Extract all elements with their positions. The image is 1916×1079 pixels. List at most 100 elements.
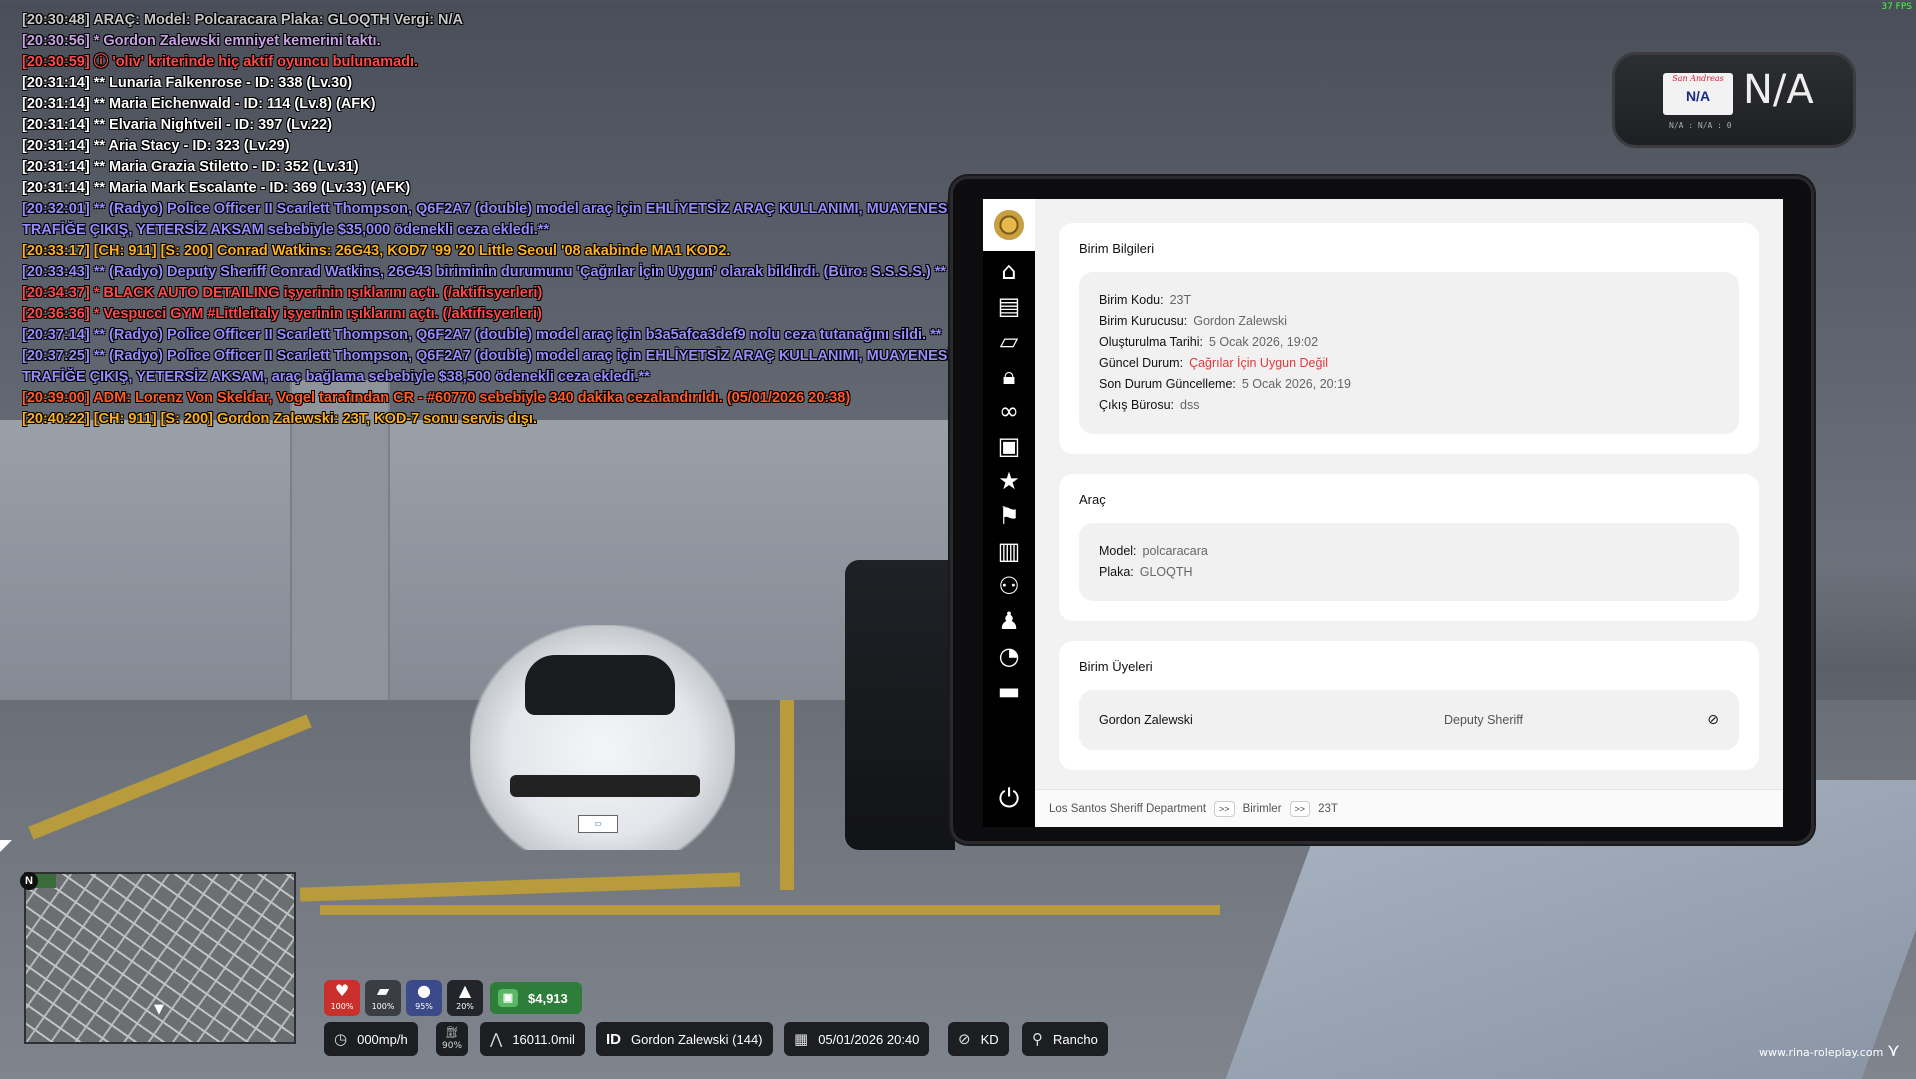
info-row: Güncel Durum: Çağrılar İçin Uygun Değil [1099,353,1719,374]
chat-line: TRAFİĞE ÇIKIŞ, YETERSİZ AKSAM sebebiyle … [22,222,550,238]
chat-line: [20:33:17] [CH: 911] [S: 200] Conrad Wat… [22,243,731,259]
breadcrumb-item[interactable]: Los Santos Sheriff Department [1049,803,1206,815]
chat-line: [20:34:37] * BLACK AUTO DETAILING işyeri… [22,285,543,301]
thirst-icon: ▲ [458,981,472,1000]
info-value: Çağrılar İçin Uygun Değil [1189,356,1329,370]
breadcrumb-item[interactable]: Birimler [1243,803,1282,815]
unit-info-title: Birim Bilgileri [1079,241,1155,256]
info-label: Oluşturulma Tarihi: [1099,335,1203,349]
info-value: GLOQTH [1139,565,1193,579]
north-indicator: N [20,872,38,890]
mdt-content: Birim Bilgileri Birim Kodu: 23T Birim Kuru… [1035,199,1783,789]
star-icon[interactable]: ★ [983,463,1035,498]
badge-icon [994,210,1024,240]
shield-icon: ▰ [376,981,390,1000]
chat-line: [20:39:00] ADM: Lorenz Von Skeldar, Voge… [22,390,851,406]
info-row: Model: polcaracara [1099,541,1719,562]
info-value: dss [1180,398,1200,412]
mdt-screen: ⌂ ▤ ▱ 🔒︎ ∞ ▣ ★ ⚑ ▥ ⚇ ♟ ◔ ▬ ⏻ Birim Bilgileri Birim K… [983,199,1783,827]
info-row: Oluşturulma Tarihi: 5 Ocak 2026, 19:02 [1099,332,1719,353]
info-row: Plaka: GLOQTH [1099,562,1719,583]
speed-value: 000mp/h [357,1031,408,1047]
info-label: Birim Kurucusu: [1099,314,1188,328]
plate-state: San Andreas [1672,74,1724,83]
plate-number: N/A [1685,88,1711,104]
lock-icon[interactable]: 🔒︎ [983,358,1035,393]
dashboard-icon[interactable]: ◔ [983,638,1035,673]
info-value: 5 Ocak 2026, 19:02 [1208,335,1319,349]
plate-reader: San Andreas N/A N/A N/A : N/A : 0 [1612,52,1856,148]
stat-value: 100% [371,1002,395,1011]
chat-line: [20:30:59] ⓘ 'oliv' kriterinde hiç aktif… [22,54,419,70]
chat-line: [20:32:01] ** (Radyo) Police Officer II … [22,201,952,217]
member-list: Gordon Zalewski Deputy Sheriff ⊘ [1079,690,1739,750]
fuel-gauge: ⛽︎ 90% [436,1022,469,1056]
chat-line: [20:31:14] ** Aria Stacy - ID: 323 (Lv.2… [22,138,290,154]
chat-line: [20:31:14] ** Lunaria Falkenrose - ID: 3… [22,75,353,91]
plate-display: San Andreas N/A [1663,73,1733,115]
member-row: Gordon Zalewski Deputy Sheriff ⊘ [1079,690,1739,750]
chat-line: [20:31:14] ** Elvaria Nightveil - ID: 39… [22,117,332,133]
unit-info-rows: Birim Kodu: 23T Birim Kurucusu: Gordon Zale… [1079,272,1739,434]
chat-line: [20:37:14] ** (Radyo) Police Officer II … [22,327,942,343]
remove-member-icon[interactable]: ⊘ [1707,712,1719,728]
chat-line: [20:31:14] ** Maria Grazia Stiletto - ID… [22,159,359,175]
info-label: Son Durum Güncelleme: [1099,377,1236,391]
chat-line: [20:36:36] * Vespucci GYM #Littleitaly i… [22,306,542,322]
info-label: Çıkış Bürosu: [1099,398,1175,412]
player-name: Gordon Zalewski (144) [631,1031,763,1047]
location-display: ⚲ Rancho [1022,1022,1108,1056]
chat-line: [20:40:22] [CH: 911] [S: 200] Gordon Zal… [22,411,537,427]
watermark-text: www.rina-roleplay.com [1759,1046,1884,1059]
stat-value: 100% [330,1002,354,1011]
minimap: ▼ [24,872,296,1044]
chat-line: [20:33:43] ** (Radyo) Deputy Sheriff Con… [22,264,947,280]
info-value: 23T [1169,293,1192,307]
book-icon[interactable]: ▤ [983,288,1035,323]
datetime-value: 05/01/2026 20:40 [818,1031,920,1047]
chat-line: [20:30:48] ARAÇ: Model: Polcaracara Plak… [22,12,464,28]
archive-icon[interactable]: ▬ [983,673,1035,708]
fuel-value: 90% [442,1040,463,1051]
breadcrumb-item: 23T [1318,802,1338,815]
info-row: Birim Kurucusu: Gordon Zalewski [1099,311,1719,332]
odometer: ⋀ 16011.0mil [480,1022,585,1056]
sidebar-nav: ⌂ ▤ ▱ 🔒︎ ∞ ▣ ★ ⚑ ▥ ⚇ ♟ ◔ ▬ [983,253,1035,708]
info-label: Model: [1099,544,1137,558]
unit-info-card: Birim Bilgileri Birim Kodu: 23T Birim Kuru… [1059,223,1759,454]
flag-icon[interactable]: ⚑ [983,498,1035,533]
info-row: Çıkış Bürosu: dss [1099,395,1719,416]
direction-display: ⊘ KD [948,1022,1009,1056]
members-title: Birim Üyeleri [1079,659,1153,674]
vehicle-rows: Model: polcaracara Plaka: GLOQTH [1079,523,1739,601]
map-pin-icon: ⚲ [1032,1030,1043,1048]
hunger-icon: ● [417,981,431,1000]
member-name: Gordon Zalewski [1099,713,1193,727]
heart-stat: ♥ 100% [324,980,360,1016]
wallet-icon: ▣ [498,989,518,1007]
chat-line: [20:37:25] ** (Radyo) Police Officer II … [22,348,952,364]
user-icon[interactable]: ♟ [983,603,1035,638]
money-display: ▣ $4,913 [490,982,582,1014]
black-suv [845,560,955,850]
datetime-display: ▦ 05/01/2026 20:40 [784,1022,930,1056]
speedometer-icon: ◷ [334,1030,348,1048]
power-icon[interactable]: ⏻ [983,779,1035,819]
odometer-value: 16011.0mil [512,1031,575,1047]
vehicle-title: Araç [1079,492,1106,507]
users-icon[interactable]: ⚇ [983,568,1035,603]
binoculars-icon[interactable]: ∞ [983,393,1035,428]
chat-log: [20:30:48] ARAÇ: Model: Polcaracara Plak… [22,10,952,430]
info-label: Güncel Durum: [1099,356,1184,370]
player-id: ID Gordon Zalewski (144) [596,1022,773,1056]
road-icon: ⋀ [490,1030,503,1048]
home-icon[interactable]: ⌂ [983,253,1035,288]
info-row: Son Durum Güncelleme: 5 Ocak 2026, 20:19 [1099,374,1719,395]
suitcase-icon[interactable]: ▥ [983,533,1035,568]
heart-icon: ♥ [334,981,350,1000]
car-grille [510,775,700,797]
sheriff-badge-logo[interactable] [983,199,1035,251]
folder-open-icon[interactable]: ▱ [983,323,1035,358]
members-card: Birim Üyeleri Gordon Zalewski Deputy She… [1059,641,1759,770]
briefcase-icon[interactable]: ▣ [983,428,1035,463]
